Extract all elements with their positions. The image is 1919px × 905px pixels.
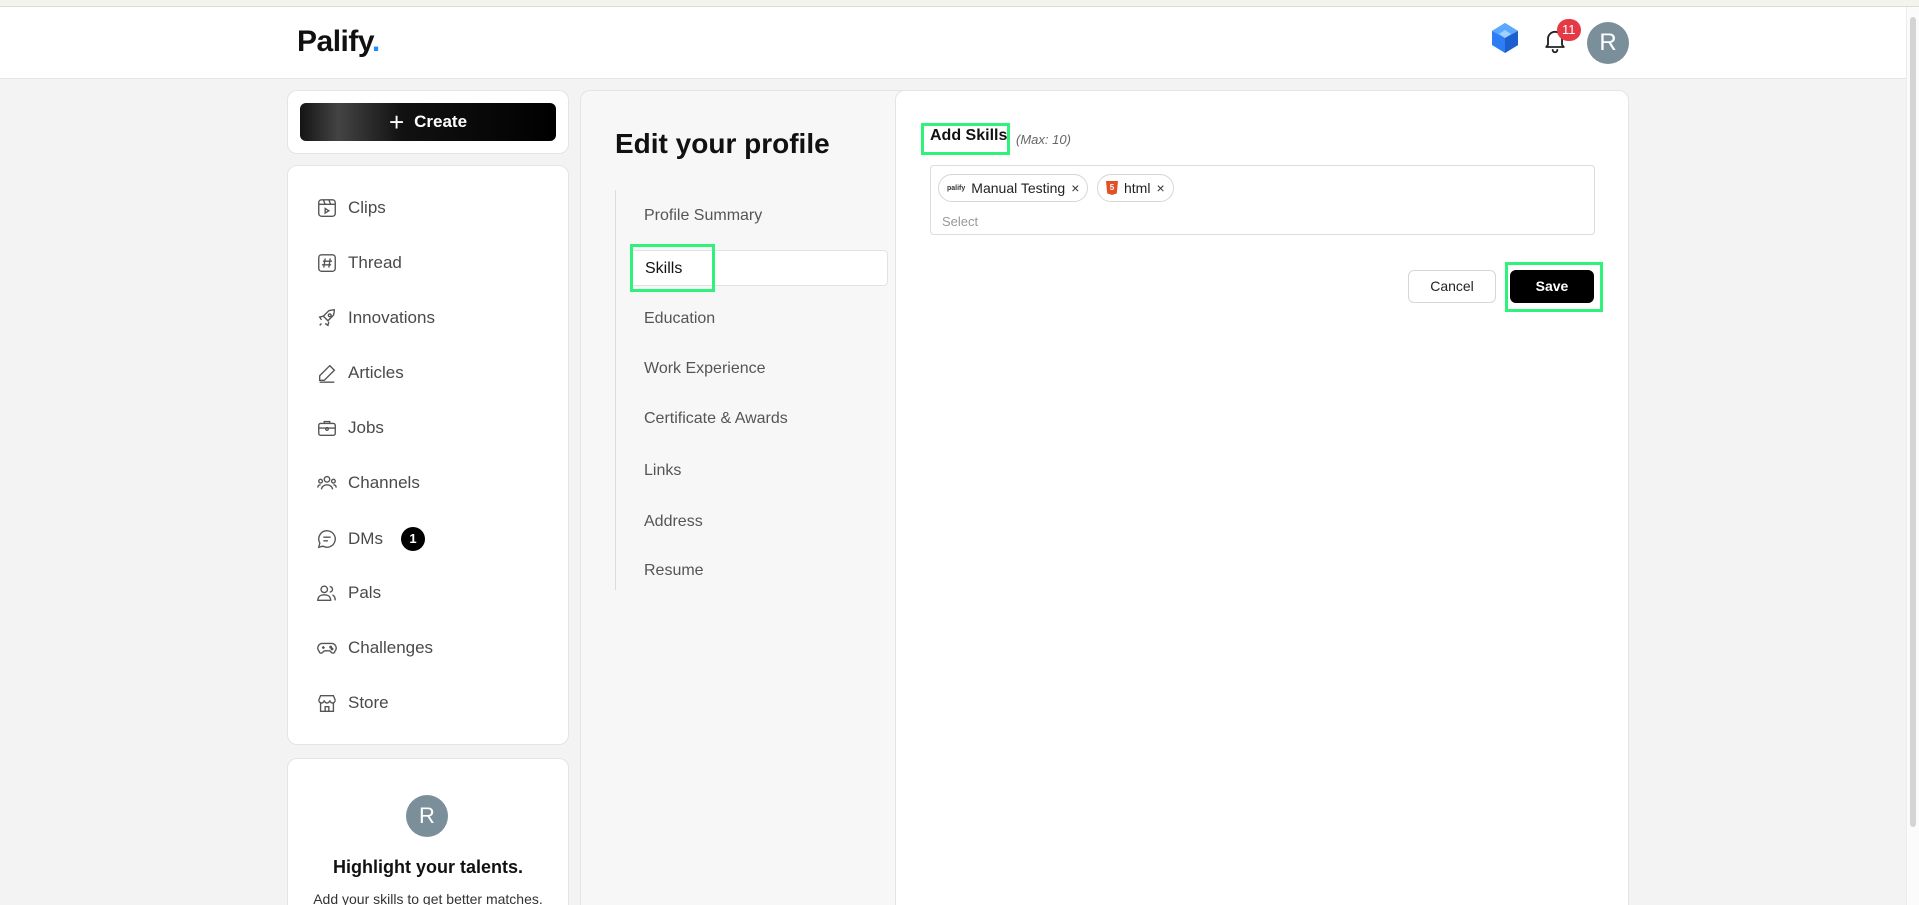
sidebar-item-label: Channels [348, 473, 420, 492]
hash-icon [318, 254, 336, 272]
sidebar-item-label: Store [348, 693, 389, 712]
sidebar-item-innovations[interactable]: Innovations [316, 303, 435, 333]
gem-icon[interactable] [1490, 22, 1520, 54]
sidebar-item-store[interactable]: Store [316, 688, 389, 718]
page-scrollbar[interactable] [1906, 7, 1919, 905]
section-links[interactable]: Links [644, 462, 681, 480]
create-button[interactable]: + Create [300, 103, 556, 141]
html5-icon: 5 [1106, 181, 1118, 195]
sidebar-item-label: Jobs [348, 418, 384, 437]
sidebar-item-articles[interactable]: Articles [316, 358, 404, 388]
gamepad-icon [317, 642, 337, 654]
palify-mini-logo: palify [947, 184, 966, 192]
skills-select-input[interactable]: palify Manual Testing × 5 html × Select [930, 165, 1595, 235]
skill-chip-html: 5 html × [1097, 174, 1174, 202]
section-work-experience[interactable]: Work Experience [644, 360, 766, 378]
chat-icon [317, 530, 336, 549]
create-card: + Create [287, 90, 569, 154]
sidebar-nav: Clips Thread Innovations Articles Jobs C… [287, 165, 569, 745]
dm-count-badge: 1 [400, 527, 425, 551]
talent-promo-card: R Highlight your talents. Add your skill… [287, 758, 569, 905]
top-header: Palify. [0, 7, 1919, 79]
remove-chip-icon[interactable]: × [1156, 180, 1164, 196]
talent-subtitle: Add your skills to get better matches. [313, 891, 543, 905]
skills-max-hint: (Max: 10) [1016, 132, 1071, 147]
sidebar-item-label: Clips [348, 198, 386, 217]
section-address[interactable]: Address [644, 513, 703, 531]
skill-chip-label: Manual Testing [971, 180, 1066, 196]
skill-chip-manual-testing: palify Manual Testing × [938, 174, 1089, 202]
rocket-icon [318, 309, 336, 327]
sidebar-item-label: Challenges [348, 638, 434, 657]
section-resume[interactable]: Resume [644, 562, 704, 580]
sidebar-item-label: Pals [348, 583, 382, 602]
sidebar-item-jobs[interactable]: Jobs [316, 413, 384, 443]
sidebar-item-challenges[interactable]: Challenges [316, 633, 433, 663]
section-certificate-awards[interactable]: Certificate & Awards [644, 410, 788, 428]
section-education[interactable]: Education [644, 310, 715, 328]
cancel-button[interactable]: Cancel [1408, 270, 1496, 303]
create-label: Create [414, 112, 468, 131]
palify-logo[interactable]: Palify. [297, 25, 380, 59]
sidebar-item-pals[interactable]: Pals [316, 578, 381, 608]
highlight-box-skills [630, 244, 715, 292]
highlight-box-add-skills [921, 123, 1010, 155]
browser-top-strip [0, 0, 1919, 7]
sidebar-item-dms[interactable]: DMs 1 [316, 524, 425, 554]
briefcase-icon [318, 420, 336, 437]
user-avatar[interactable]: R [1587, 22, 1629, 64]
notification-badge: 11 [1557, 19, 1581, 41]
plus-icon: + [388, 107, 405, 137]
page-title: Edit your profile [615, 128, 830, 159]
sidebar-item-label: Thread [348, 253, 402, 272]
people-icon [317, 475, 337, 490]
talent-title: Highlight your talents. [332, 857, 523, 877]
sidebar-item-label: Articles [348, 363, 404, 382]
remove-chip-icon[interactable]: × [1071, 180, 1079, 196]
pen-icon [318, 364, 336, 383]
select-placeholder: Select [942, 214, 979, 229]
clips-icon [318, 199, 336, 217]
pals-icon [317, 585, 336, 602]
store-icon [318, 694, 336, 712]
sidebar-item-clips[interactable]: Clips [316, 193, 386, 223]
talent-avatar: R [406, 795, 448, 837]
scrollbar-thumb[interactable] [1910, 17, 1916, 827]
sidebar-item-channels[interactable]: Channels [316, 468, 420, 498]
skill-chip-label: html [1124, 180, 1151, 196]
sidebar-item-thread[interactable]: Thread [316, 248, 402, 278]
highlight-box-save [1505, 262, 1603, 312]
section-profile-summary[interactable]: Profile Summary [644, 207, 762, 225]
sidebar-item-label: DMs [348, 529, 383, 548]
sidebar-item-label: Innovations [348, 308, 435, 327]
